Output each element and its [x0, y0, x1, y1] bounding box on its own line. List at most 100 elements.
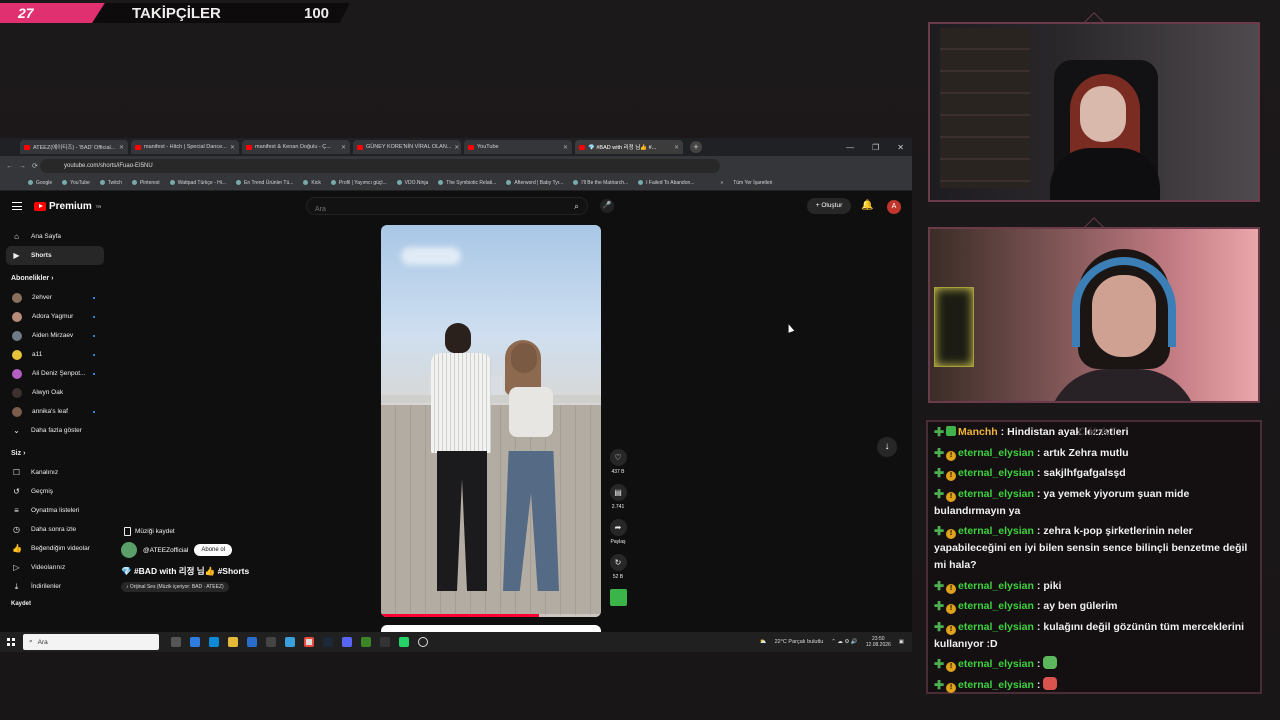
save-music-button[interactable]: Müziği kaydet: [124, 527, 249, 536]
browser-tab[interactable]: GÜNEY KORE'NİN VİRAL OLAN... ✕: [353, 140, 461, 154]
bookmark[interactable]: YouTube: [62, 180, 90, 186]
chat-username[interactable]: eternal_elysian: [958, 580, 1034, 592]
comment-icon[interactable]: ▤: [609, 484, 627, 501]
copilot-icon[interactable]: [190, 637, 200, 647]
show-more-button[interactable]: ⌄ Daha fazla göster: [0, 421, 110, 440]
youtube-logo[interactable]: Premium TR: [34, 201, 101, 212]
arrow-down-icon[interactable]: ↓: [877, 437, 897, 457]
all-bookmarks[interactable]: Tüm Yer İşaretleri: [733, 180, 772, 186]
subscription-item[interactable]: annika's leaf: [0, 402, 110, 421]
chat-username[interactable]: eternal_elysian: [958, 679, 1034, 691]
audio-thumbnail[interactable]: [609, 589, 627, 606]
subscription-item[interactable]: 2ehver: [0, 288, 110, 307]
subscriptions-header[interactable]: Abonelikler ›: [0, 269, 110, 288]
minimize-icon[interactable]: —: [846, 143, 854, 152]
url-field[interactable]: youtube.com/shorts/iFuao-EI5NU: [40, 159, 720, 173]
discord-icon[interactable]: [342, 637, 352, 647]
browser-tab[interactable]: ATEEZ(에이티즈) - 'BAD' Official... ✕: [20, 140, 128, 154]
bell-icon[interactable]: 🔔: [861, 200, 873, 211]
close-window-icon[interactable]: ✕: [897, 143, 904, 152]
capcut-icon[interactable]: [266, 637, 276, 647]
avatar[interactable]: A: [887, 200, 901, 214]
bookmark[interactable]: I'll Be the Matriarch...: [573, 180, 628, 186]
store-icon[interactable]: [247, 637, 257, 647]
obs-icon[interactable]: [418, 637, 428, 647]
close-tab-icon[interactable]: ✕: [230, 144, 235, 151]
remix-icon[interactable]: ↻: [609, 554, 627, 571]
subscription-item[interactable]: Adora Yagmur: [0, 307, 110, 326]
calculator-icon[interactable]: [380, 637, 390, 647]
bookmark[interactable]: Afterword | Baby Tyr...: [506, 180, 563, 186]
chat-username[interactable]: eternal_elysian: [958, 600, 1034, 612]
bookmark[interactable]: The Symbiotic Relati...: [438, 180, 496, 186]
like-icon[interactable]: ♡: [609, 449, 627, 466]
bookmark[interactable]: VDO.Ninja: [397, 180, 429, 186]
nav-buttons-icon[interactable]: ←→⟳: [6, 162, 44, 170]
create-button[interactable]: + Oluştur: [807, 198, 851, 214]
chat-username[interactable]: eternal_elysian: [958, 467, 1034, 479]
microphone-icon[interactable]: 🎤: [600, 199, 614, 213]
notification-icon[interactable]: ▣: [899, 639, 904, 645]
sidebar-item-history[interactable]: ↺ Geçmiş: [0, 482, 110, 501]
chat-username[interactable]: eternal_elysian: [958, 488, 1034, 500]
chat-username[interactable]: eternal_elysian: [958, 621, 1034, 633]
subscription-item[interactable]: Ali Deniz Şenpot...: [0, 364, 110, 383]
browser-tab-active[interactable]: 💎 #BAD with 리정 님👍 #... ✕: [575, 140, 683, 154]
browser-tab[interactable]: manifest - Hitch | Special Dance... ✕: [131, 140, 239, 154]
bookmark[interactable]: Google: [28, 180, 52, 186]
share-icon[interactable]: ➦: [609, 519, 627, 536]
close-tab-icon[interactable]: ✕: [674, 144, 679, 151]
browser-tab[interactable]: YouTube ✕: [464, 140, 572, 154]
bookmark[interactable]: Profil | Yayımcı güçl...: [331, 180, 387, 186]
weather-text[interactable]: 22°C Parçalı bulutlu: [775, 639, 824, 645]
clock[interactable]: 23:50 12.08.2026: [866, 636, 891, 648]
subscription-item[interactable]: a11: [0, 345, 110, 364]
chat-username[interactable]: eternal_elysian: [958, 658, 1034, 670]
sidebar-item-playlists[interactable]: ≡ Oynatma listeleri: [0, 501, 110, 520]
bookmark[interactable]: En Trend Ürünler Tü...: [236, 180, 293, 186]
sidebar-item-downloads[interactable]: ⤓ İndirilenler: [0, 577, 110, 596]
bookmark[interactable]: Wattpad Türkçe - Hi...: [170, 180, 226, 186]
bookmark[interactable]: I Failed To Abandon...: [638, 180, 694, 186]
new-tab-button[interactable]: +: [690, 141, 702, 153]
close-tab-icon[interactable]: ✕: [119, 144, 124, 151]
bookmark[interactable]: Pinterest: [132, 180, 160, 186]
browser-tab[interactable]: manifest & Kenan Doğulu - Ç... ✕: [242, 140, 350, 154]
app-icon[interactable]: [285, 637, 295, 647]
subscribe-button[interactable]: Abone ol: [194, 544, 233, 556]
bookmark[interactable]: Twitch: [100, 180, 122, 186]
taskbar-search[interactable]: ⌕ Ara: [23, 634, 159, 650]
audio-chip[interactable]: ♪ Orijinal Ses (Müzik içeriyor: BAD · AT…: [121, 582, 229, 592]
sidebar-item-watch-later[interactable]: ◷ Daha sonra izle: [0, 520, 110, 539]
sidebar-item-channel[interactable]: ☐ Kanalınız: [0, 463, 110, 482]
close-tab-icon[interactable]: ✕: [341, 144, 346, 151]
bookmark[interactable]: Kick: [303, 180, 320, 186]
you-header[interactable]: Siz ›: [0, 444, 110, 463]
steam-icon[interactable]: [323, 637, 333, 647]
windows-start-icon[interactable]: [7, 638, 15, 646]
edge-icon[interactable]: [209, 637, 219, 647]
subscription-item[interactable]: Aiden Mirzaev: [0, 326, 110, 345]
channel-avatar[interactable]: [121, 542, 137, 558]
chat-username[interactable]: eternal_elysian: [958, 447, 1034, 459]
chat-username[interactable]: Manchh: [958, 426, 998, 438]
task-view-icon[interactable]: [171, 637, 181, 647]
sidebar-item-liked[interactable]: 👍 Beğendiğim videolar: [0, 539, 110, 558]
search-input[interactable]: [307, 201, 547, 218]
bookmarks-overflow[interactable]: »: [720, 180, 723, 186]
sidebar-item-home[interactable]: ⌂ Ana Sayfa: [0, 227, 110, 246]
sidebar-item-cut-off[interactable]: Kaydet: [0, 600, 110, 608]
close-tab-icon[interactable]: ✕: [563, 144, 568, 151]
video-progress-bar[interactable]: [381, 614, 601, 617]
search-icon[interactable]: ⌕: [574, 201, 579, 212]
close-tab-icon[interactable]: ✕: [454, 144, 459, 151]
channel-handle[interactable]: @ATEEZofficial: [143, 547, 188, 554]
sidebar-item-your-videos[interactable]: ▷ Videolarınız: [0, 558, 110, 577]
restore-icon[interactable]: ❐: [872, 143, 879, 152]
chrome-icon[interactable]: [304, 637, 314, 647]
sidebar-item-shorts[interactable]: ▶ Shorts: [6, 246, 104, 265]
whatsapp-icon[interactable]: [399, 637, 409, 647]
chat-username[interactable]: eternal_elysian: [958, 525, 1034, 537]
subscription-item[interactable]: Alwyn Oak: [0, 383, 110, 402]
folder-icon[interactable]: [228, 637, 238, 647]
